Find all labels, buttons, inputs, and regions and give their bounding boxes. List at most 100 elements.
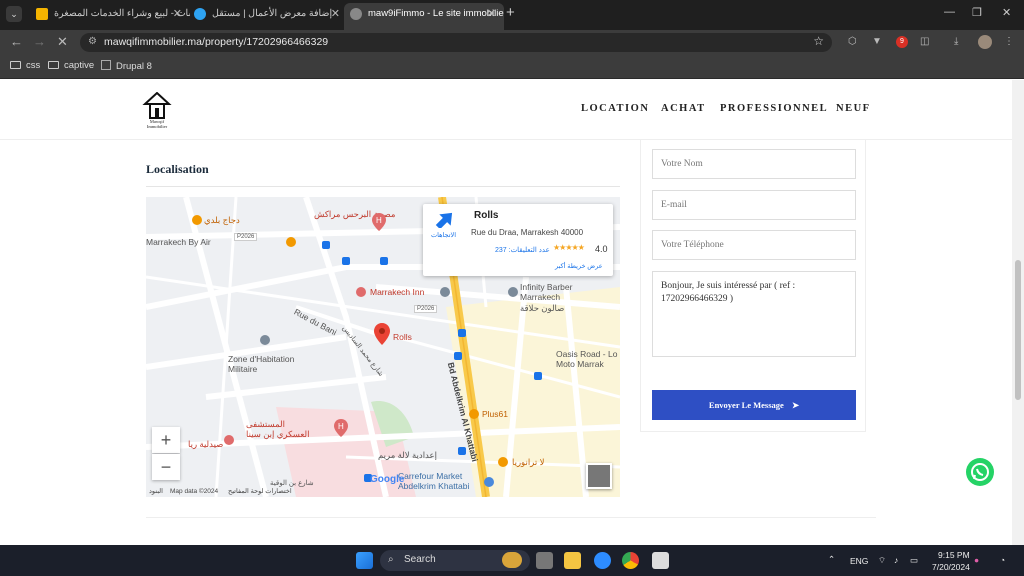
battery-icon[interactable]: ▭ (910, 555, 918, 566)
localisation-title: Localisation (146, 162, 209, 176)
zoom-app-icon[interactable] (594, 552, 611, 569)
tab-title: خمسات - لبيع وشراء الخدمات المصغرة (54, 8, 190, 19)
address-bar[interactable]: ⚙ mawqifimmobilier.ma/property/172029664… (80, 33, 832, 52)
bookmark-captive[interactable]: captive (48, 60, 94, 71)
chrome-icon[interactable] (622, 552, 639, 569)
site-info-icon[interactable]: ⚙ (88, 36, 97, 47)
name-field[interactable]: Votre Nom (652, 149, 856, 179)
task-view-icon[interactable] (536, 552, 553, 569)
file-explorer-icon[interactable] (564, 552, 581, 569)
profile-avatar[interactable] (978, 35, 992, 49)
map-label-zone: Zone d'Habitation Militaire (228, 354, 295, 374)
back-icon[interactable]: ← (10, 34, 23, 49)
place-rating: 4.0 (595, 244, 608, 254)
hospital-pin-icon: H (372, 213, 386, 231)
location-pin-icon[interactable] (374, 323, 390, 345)
folder-icon (48, 61, 59, 69)
close-window-icon[interactable]: ✕ (1002, 6, 1011, 19)
house-logo-icon (142, 91, 172, 119)
extension-puzzle-icon[interactable]: ⬡ (848, 36, 860, 48)
map-terms-link[interactable]: البنود (149, 487, 163, 495)
close-tab-icon[interactable]: ✕ (487, 3, 496, 25)
whatsapp-button[interactable] (966, 458, 994, 486)
notification-center-icon[interactable]: ◔ (1000, 555, 1005, 565)
new-tab-button[interactable]: + (506, 4, 515, 21)
send-message-button[interactable]: Envoyer Le Message ➤ (652, 390, 856, 420)
show-hidden-icons[interactable]: ⌃ (828, 554, 835, 565)
directions-link[interactable]: الاتجاهات (431, 231, 456, 239)
bus-stop-icon (458, 447, 466, 455)
notification-icon[interactable]: ● (974, 555, 979, 565)
email-field[interactable]: E-mail (652, 190, 856, 220)
svg-text:H: H (338, 422, 344, 431)
keyboard-shortcuts-link[interactable]: اختصارات لوحة المفاتيح (228, 487, 292, 495)
folder-icon (10, 61, 21, 69)
map-label-pharmacy: صيدلية ريا (188, 439, 224, 449)
zoom-in-button[interactable]: + (152, 427, 180, 453)
tab-title: إضافة معرض الأعمال | مستقل (212, 8, 333, 19)
map-label-oasis: Oasis Road - Lo Moto Marrak (556, 349, 618, 369)
tab-search-button[interactable]: ⌄ (6, 6, 22, 22)
nav-neuf[interactable]: NEUF (836, 103, 871, 114)
weather-widget-icon (502, 552, 522, 568)
clock-date[interactable]: 7/20/2024 (932, 562, 970, 572)
google-map[interactable]: دجاج بلدي مصحة البرحس مراكش Marrakech By… (146, 197, 620, 497)
loading-favicon-icon (350, 8, 362, 20)
language-indicator[interactable]: ENG (850, 556, 868, 566)
paper-plane-icon: ➤ (791, 400, 800, 410)
tab-maw9ifimmo[interactable]: maw9iFimmo - Le site immobilier ✕ (344, 3, 504, 30)
bus-stop-icon (454, 352, 462, 360)
extensions-icon[interactable]: ◫ (920, 36, 932, 48)
restore-icon[interactable]: ❐ (972, 6, 982, 19)
windows-start-icon[interactable] (356, 552, 373, 569)
satellite-toggle-button[interactable] (586, 463, 612, 489)
minimize-icon[interactable]: — (944, 6, 955, 18)
map-label-dajaj: دجاج بلدي (204, 215, 240, 225)
bookmark-drupal[interactable]: Drupal 8 (101, 60, 152, 72)
view-larger-map-link[interactable]: عرض خريطة أكبر (555, 262, 603, 270)
taskbar-search[interactable]: ⌕ Search (380, 550, 530, 571)
nav-location[interactable]: LOCATION (581, 103, 649, 114)
bookmark-css[interactable]: css (10, 60, 40, 71)
scroll-thumb[interactable] (1015, 260, 1021, 400)
barber-icon (508, 287, 518, 297)
volume-icon[interactable]: ♪ (894, 555, 898, 565)
wifi-icon[interactable]: ⌔ (878, 555, 886, 566)
map-data-text: Map data ©2024 (170, 488, 219, 495)
bookmarks-bar: css captive Drupal 8 (0, 55, 1024, 79)
address-toolbar: ← → ✕ ⚙ mawqifimmobilier.ma/property/172… (0, 30, 1024, 55)
bus-stop-icon (458, 329, 466, 337)
extension-v-icon[interactable]: ▼ (872, 36, 884, 48)
bookmark-star-icon[interactable]: ☆ (813, 34, 824, 48)
bus-stop-icon (534, 372, 542, 380)
send-label: Envoyer Le Message (708, 400, 784, 410)
stop-loading-icon[interactable]: ✕ (57, 34, 68, 50)
zoom-out-button[interactable]: − (152, 454, 180, 480)
url-text: mawqifimmobilier.ma/property/17202966466… (104, 36, 329, 48)
logo-text: Mawqif Immobilier (146, 119, 168, 129)
nav-achat[interactable]: ACHAT (661, 103, 706, 114)
close-tab-icon[interactable]: ✕ (173, 3, 182, 25)
mostaql-favicon-icon (194, 8, 206, 20)
directions-icon[interactable] (435, 212, 455, 228)
snipping-tool-icon[interactable] (652, 552, 669, 569)
phone-field[interactable]: Votre Téléphone (652, 230, 856, 260)
page-scrollbar[interactable] (1012, 80, 1024, 545)
place-name: Rolls (474, 210, 499, 221)
restaurant-icon (498, 457, 508, 467)
message-field[interactable]: Bonjour, Je suis intéressé par ( ref : 1… (652, 271, 856, 357)
poi-icon (440, 287, 450, 297)
forward-icon[interactable]: → (33, 34, 46, 49)
map-label-p2026-a: P2026 (234, 233, 258, 241)
tab-mostaql[interactable]: إضافة معرض الأعمال | مستقل ✕ (188, 3, 348, 25)
menu-dots-icon[interactable]: ⋮ (1004, 36, 1016, 48)
extension-badge-icon[interactable]: 9 (896, 36, 908, 48)
map-label-trattoria: لا ترانوريا (512, 457, 545, 467)
reviews-link[interactable]: عدد التعليقات: 237 (495, 246, 550, 254)
download-icon[interactable]: ⤓ (954, 36, 966, 48)
site-logo[interactable]: Mawqif Immobilier (142, 91, 172, 130)
nav-professionnel[interactable]: PROFESSIONNEL (720, 103, 828, 114)
tab-khamsat[interactable]: خمسات - لبيع وشراء الخدمات المصغرة ✕ (30, 3, 190, 25)
clock-time[interactable]: 9:15 PM (938, 550, 970, 560)
close-tab-icon[interactable]: ✕ (331, 3, 340, 25)
